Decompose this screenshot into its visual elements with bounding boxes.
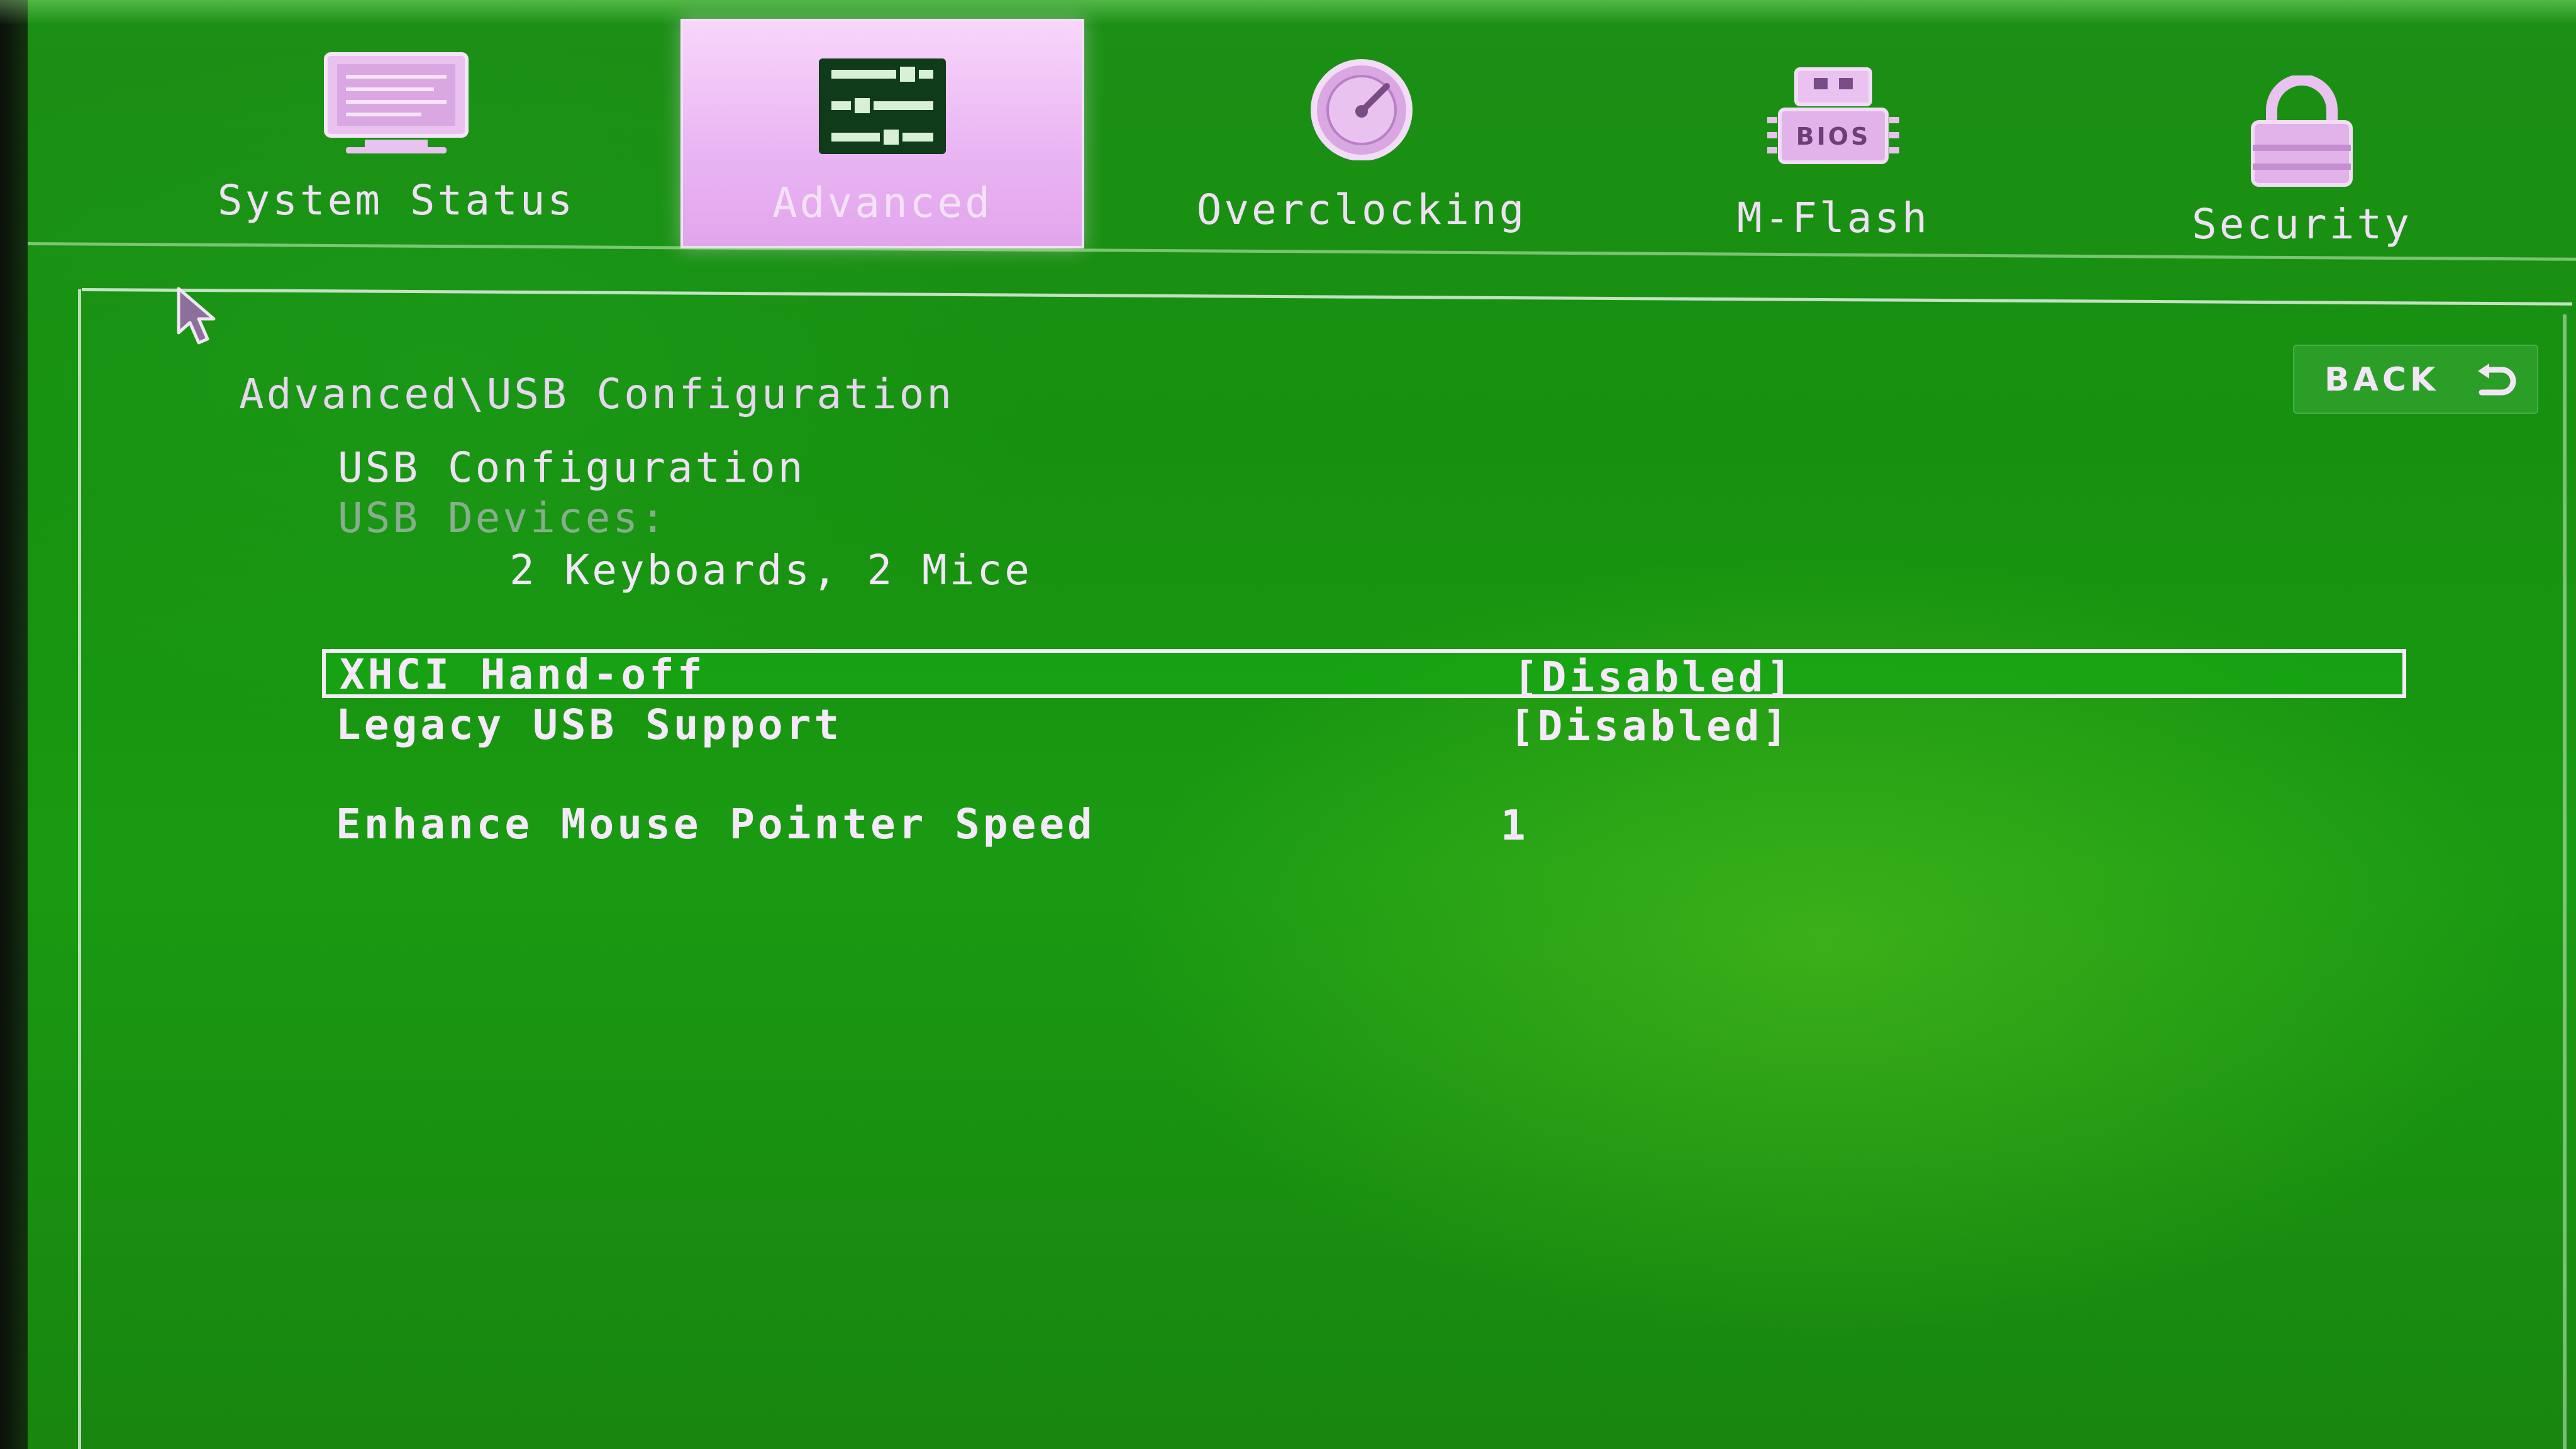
mouse-cursor-icon	[175, 286, 225, 352]
tab-overclocking[interactable]: Overclocking	[1157, 19, 1566, 248]
section-title: USB Configuration	[338, 443, 806, 492]
setting-value[interactable]: [Disabled]	[1509, 702, 1790, 750]
monitor-icon	[321, 50, 472, 167]
tab-system-status[interactable]: System Status	[182, 19, 610, 248]
padlock-icon	[2239, 74, 2365, 199]
setting-name: Legacy USB Support	[336, 701, 843, 749]
tab-label: Advanced	[772, 179, 992, 227]
setting-value[interactable]: [Disabled]	[1513, 653, 1794, 701]
usb-devices-value: 2 Keyboards, 2 Mice	[509, 546, 1032, 594]
setting-legacy-usb-support[interactable]: Legacy USB Support [Disabled]	[322, 699, 2406, 750]
monitor-bezel	[0, 0, 28, 1449]
panel-border-left	[78, 289, 81, 1449]
setting-name: Enhance Mouse Pointer Speed	[336, 800, 1096, 848]
speedometer-icon	[1292, 53, 1431, 170]
tab-label: M-Flash	[1736, 194, 1930, 242]
back-label: BACK	[2324, 361, 2440, 399]
breadcrumb: Advanced\USB Configuration	[239, 370, 955, 418]
panel-border-right	[2563, 314, 2567, 1449]
tab-advanced[interactable]: Advanced	[680, 19, 1084, 248]
setting-name: XHCI Hand-off	[340, 650, 706, 699]
setting-value[interactable]: 1	[1501, 801, 1529, 850]
setting-enhance-mouse-pointer-speed[interactable]: Enhance Mouse Pointer Speed 1	[322, 799, 2406, 850]
panel-border-top	[81, 288, 2572, 306]
tab-label: Security	[2192, 200, 2412, 248]
usb-devices-label: USB Devices:	[338, 494, 668, 542]
tab-security[interactable]: Security	[2126, 19, 2478, 248]
bios-text: BIOS	[1796, 123, 1871, 150]
back-button[interactable]: BACK	[2293, 345, 2538, 414]
bios-screen: System Status Advanced Overclocking BIOS…	[0, 0, 2576, 1449]
setting-xhci-hand-off[interactable]: XHCI Hand-off [Disabled]	[322, 649, 2406, 701]
sliders-icon	[816, 56, 948, 167]
tab-label: Overclocking	[1196, 186, 1527, 234]
tab-m-flash[interactable]: BIOS M-Flash	[1635, 19, 2031, 248]
tab-label: System Status	[217, 176, 575, 225]
back-arrow-icon	[2473, 364, 2518, 408]
bios-chip-icon: BIOS	[1761, 63, 1906, 186]
